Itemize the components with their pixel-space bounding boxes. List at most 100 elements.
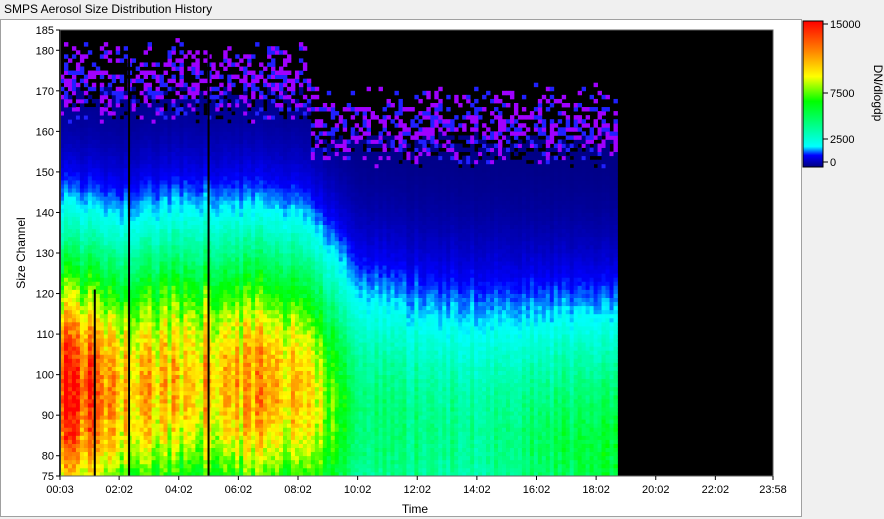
heatmap-cell — [99, 70, 105, 75]
heatmap-cell — [99, 232, 105, 238]
heatmap-cell — [255, 411, 260, 416]
heatmap-cell — [179, 415, 184, 420]
heatmap-cell — [99, 366, 105, 371]
heatmap-cell — [187, 350, 192, 355]
heatmap-cell — [175, 98, 180, 104]
heatmap-cell — [259, 240, 264, 246]
heatmap-cell — [167, 180, 172, 185]
heatmap-cell — [135, 135, 141, 140]
heatmap-cell — [131, 374, 137, 380]
heatmap-cell — [151, 171, 156, 177]
heatmap-cell — [83, 127, 89, 132]
heatmap-cell — [131, 423, 137, 428]
heatmap-cell — [135, 358, 141, 363]
heatmap-cell — [83, 212, 89, 217]
heatmap-cell — [235, 200, 240, 205]
heatmap-cell — [179, 188, 184, 193]
heatmap-cell — [235, 325, 240, 331]
heatmap-cell — [227, 346, 232, 351]
heatmap-cell — [83, 338, 89, 343]
heatmap-cell — [151, 321, 156, 327]
heatmap-cell — [71, 455, 77, 461]
heatmap-cell — [75, 200, 81, 205]
heatmap-cell — [103, 467, 109, 473]
heatmap-cell — [147, 204, 152, 209]
heatmap-cell — [215, 301, 220, 307]
heatmap-cell — [139, 350, 145, 355]
heatmap-cell — [87, 277, 93, 282]
heatmap-cell — [123, 98, 129, 104]
heatmap-cell — [175, 159, 180, 165]
heatmap-cell — [167, 78, 172, 84]
heatmap-cell — [147, 309, 152, 315]
heatmap-cell — [235, 289, 240, 294]
heatmap-cell — [183, 212, 188, 217]
heatmap-cell — [179, 269, 184, 274]
heatmap-cell — [183, 163, 188, 169]
heatmap-cell — [251, 439, 256, 444]
heatmap-cell — [95, 455, 101, 461]
heatmap-cell — [115, 313, 121, 319]
heatmap-cell — [63, 244, 69, 250]
heatmap-cell — [139, 317, 145, 323]
heatmap-cell — [223, 192, 228, 197]
heatmap-cell — [191, 358, 196, 363]
heatmap-cell — [203, 301, 208, 307]
heatmap-cell — [95, 155, 101, 161]
heatmap-cell — [243, 301, 248, 307]
heatmap-cell — [99, 334, 105, 339]
heatmap-cell — [163, 325, 168, 331]
heatmap-cell — [99, 378, 105, 384]
heatmap-cell — [163, 378, 168, 384]
heatmap-cell — [147, 289, 152, 294]
heatmap-cell — [251, 171, 256, 177]
heatmap-cell — [143, 94, 148, 100]
heatmap-cell — [183, 277, 188, 282]
heatmap-cell — [175, 370, 180, 376]
heatmap-cell — [215, 224, 220, 230]
heatmap-cell — [203, 411, 208, 416]
heatmap-cell — [67, 354, 73, 359]
heatmap-cell — [67, 107, 73, 112]
heatmap-cell — [251, 419, 256, 424]
heatmap-cell — [215, 175, 220, 181]
heatmap-cell — [167, 289, 172, 294]
heatmap-cell — [243, 184, 248, 189]
heatmap-cell — [111, 236, 117, 242]
heatmap-cell — [191, 147, 196, 153]
heatmap-cell — [255, 334, 260, 339]
heatmap-cell — [75, 390, 81, 396]
heatmap-cell — [231, 419, 236, 424]
heatmap-cell — [231, 184, 236, 189]
heatmap-cell — [255, 163, 260, 169]
heatmap-cell — [155, 127, 160, 132]
heatmap-cell — [247, 309, 252, 315]
heatmap-cell — [99, 208, 105, 213]
heatmap-cell — [251, 184, 256, 189]
heatmap-cell — [107, 390, 113, 396]
heatmap-cell — [103, 135, 109, 140]
heatmap-cell — [79, 220, 85, 226]
heatmap-cell — [175, 407, 180, 412]
heatmap-cell — [187, 443, 192, 449]
heatmap-cell — [159, 403, 164, 408]
heatmap-cell — [103, 180, 109, 185]
heatmap-cell — [227, 467, 232, 473]
heatmap-cell — [259, 135, 264, 140]
heatmap-cell — [243, 390, 248, 396]
heatmap-cell — [171, 354, 176, 359]
heatmap-cell — [119, 419, 125, 424]
heatmap-cell — [251, 398, 256, 404]
heatmap-cell — [211, 180, 216, 185]
heatmap-cell — [223, 163, 228, 169]
heatmap-cell — [183, 390, 188, 396]
heatmap-cell — [87, 427, 93, 432]
heatmap-cell — [163, 386, 168, 392]
heatmap-cell — [195, 334, 200, 339]
heatmap-cell — [147, 411, 152, 416]
heatmap-cell — [99, 240, 105, 246]
heatmap-cell — [151, 374, 156, 380]
heatmap-cell — [95, 467, 101, 473]
heatmap-cell — [259, 467, 264, 473]
heatmap-cell — [75, 196, 81, 201]
